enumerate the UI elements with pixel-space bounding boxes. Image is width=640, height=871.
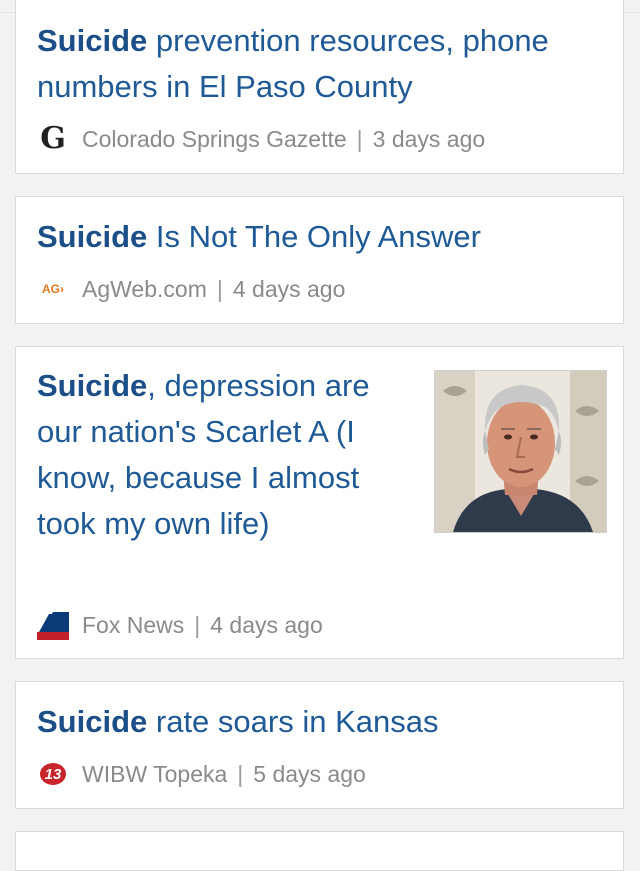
- man-portrait-photo: [435, 371, 606, 532]
- meta-separator: |: [216, 275, 223, 302]
- source-name: AgWeb.com: [82, 275, 207, 302]
- article-meta: Fox News | 4 days ago: [37, 610, 323, 640]
- headline-text: rate soars in Kansas: [147, 704, 439, 739]
- meta-separator: |: [194, 611, 201, 638]
- timestamp: 4 days ago: [210, 611, 323, 638]
- news-card[interactable]: Suicide Is Not The Only Answer AG› AgWeb…: [15, 196, 624, 324]
- headline-keyword: Suicide: [37, 219, 148, 254]
- agweb-logo-icon: AG›: [42, 282, 64, 296]
- headline-keyword: Suicide: [37, 23, 148, 58]
- news-card[interactable]: Suicide prevention resources, phone numb…: [15, 0, 624, 174]
- news-card[interactable]: Suicide rate soars in Kansas 13 WIBW Top…: [15, 681, 624, 809]
- article-headline[interactable]: Suicide Is Not The Only Answer: [37, 214, 603, 260]
- article-headline[interactable]: Suicide prevention resources, phone numb…: [37, 18, 603, 110]
- headline-keyword: Suicide: [37, 368, 148, 403]
- article-headline[interactable]: Suicide rate soars in Kansas: [37, 699, 603, 745]
- timestamp: 3 days ago: [372, 125, 486, 152]
- fox-news-logo-icon: [37, 610, 69, 640]
- headline-text: Is Not The Only Answer: [147, 219, 481, 254]
- timestamp: 5 days ago: [253, 760, 366, 787]
- article-meta: G Colorado Springs Gazette | 3 days ago: [37, 124, 485, 154]
- headline-keyword: Suicide: [37, 704, 148, 739]
- news-card[interactable]: [15, 831, 624, 871]
- article-headline[interactable]: Suicide, depression are our nation's Sca…: [37, 363, 403, 547]
- wibw-logo-icon: 13: [37, 759, 69, 789]
- timestamp: 4 days ago: [232, 275, 346, 302]
- article-thumbnail[interactable]: [434, 370, 607, 533]
- meta-separator: |: [356, 125, 363, 152]
- source-name: Fox News: [82, 611, 185, 638]
- source-name: Colorado Springs Gazette: [82, 125, 347, 152]
- article-meta: AG› AgWeb.com | 4 days ago: [37, 274, 345, 304]
- gazette-logo-icon: G: [40, 121, 66, 156]
- meta-separator: |: [237, 760, 244, 787]
- article-meta: 13 WIBW Topeka | 5 days ago: [37, 759, 366, 789]
- news-card[interactable]: Suicide, depression are our nation's Sca…: [15, 346, 624, 659]
- source-name: WIBW Topeka: [82, 760, 228, 787]
